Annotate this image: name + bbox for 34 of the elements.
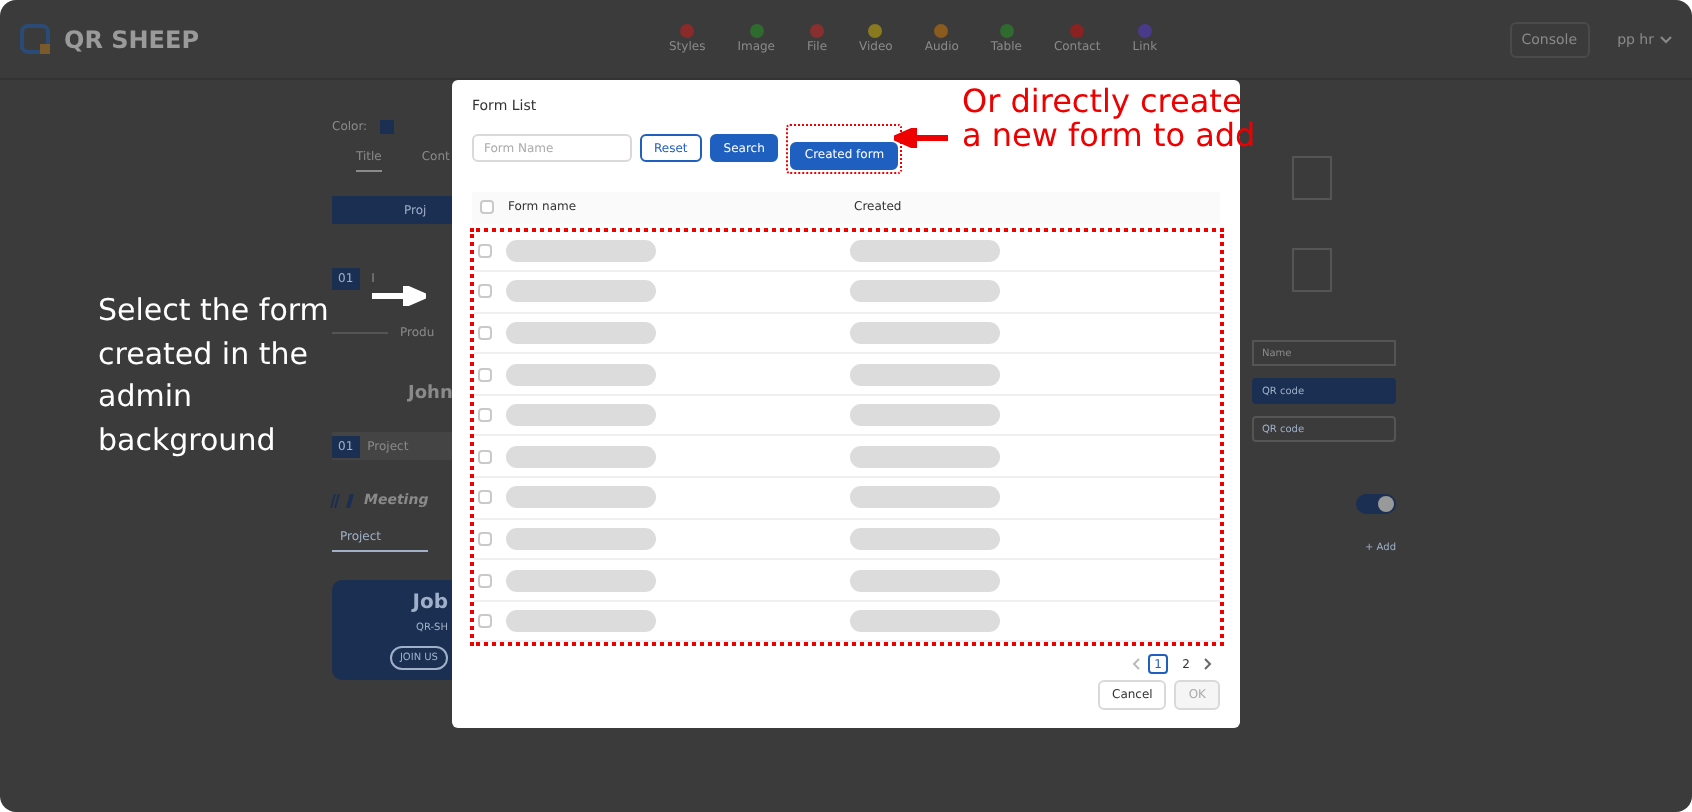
logo-text: QR SHEEP xyxy=(64,25,199,53)
tool-icon[interactable] xyxy=(934,24,949,38)
tool-icon[interactable] xyxy=(999,24,1014,38)
select-all-checkbox[interactable] xyxy=(480,200,494,214)
row-checkbox[interactable] xyxy=(478,408,492,423)
image-slot xyxy=(1292,248,1332,292)
card-title: Job xyxy=(412,592,448,614)
color-swatch[interactable] xyxy=(379,120,394,134)
row-checkbox[interactable] xyxy=(478,367,492,382)
row-checkbox[interactable] xyxy=(478,325,492,340)
tool-icon[interactable] xyxy=(868,24,883,38)
chevron-right-icon[interactable] xyxy=(1204,658,1212,671)
tool-icon[interactable] xyxy=(749,24,764,38)
row-checkbox[interactable] xyxy=(478,243,492,258)
row-checkbox[interactable] xyxy=(478,490,492,505)
join-text: John xyxy=(408,384,455,404)
tool-icon[interactable] xyxy=(1070,24,1085,38)
annotation-text: Or directly create xyxy=(962,84,1244,118)
row-checkbox[interactable] xyxy=(478,573,492,588)
row-checkbox[interactable] xyxy=(478,614,492,629)
caret-icon[interactable] xyxy=(1660,35,1672,43)
tool-icon[interactable] xyxy=(680,24,695,38)
toggle-switch[interactable] xyxy=(1356,494,1396,514)
slashes-icon xyxy=(330,493,354,507)
tool-icon[interactable] xyxy=(1137,24,1152,38)
qr-logo-icon xyxy=(20,23,52,55)
tool-icon[interactable] xyxy=(810,24,825,38)
arrow-icon xyxy=(372,286,426,306)
row-checkbox[interactable] xyxy=(478,449,492,464)
annotation-text: Select the form created in the admin background xyxy=(98,290,331,461)
image-slot xyxy=(1292,156,1332,200)
chevron-left-icon[interactable] xyxy=(1132,658,1140,671)
row-checkbox[interactable] xyxy=(478,531,492,546)
row-checkbox[interactable] xyxy=(478,284,492,299)
